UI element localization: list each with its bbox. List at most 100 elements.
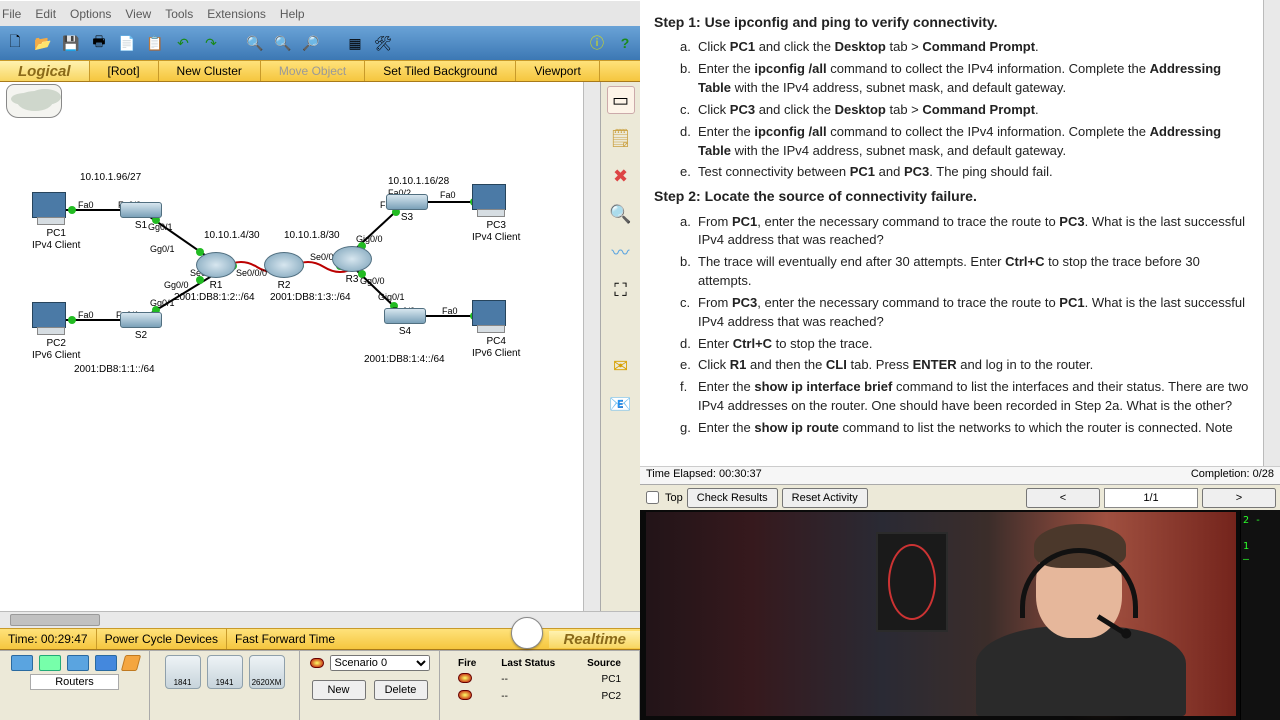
network-label: 2001:DB8:1:1::/64: [74, 364, 155, 375]
info-icon[interactable]: ⓘ: [586, 32, 608, 54]
select-tool-icon[interactable]: ▭: [607, 86, 635, 114]
node-pc4[interactable]: PC4IPv6 Client: [472, 300, 520, 359]
sim-time: Time: 00:29:47: [0, 629, 97, 649]
workspace-hscroll[interactable]: [0, 611, 640, 628]
menu-options[interactable]: Options: [70, 7, 111, 21]
menu-edit[interactable]: Edit: [35, 7, 56, 21]
topology-canvas[interactable]: 10.10.1.96/27 10.10.1.16/28 10.10.1.4/30…: [0, 82, 583, 611]
zoom-in-icon[interactable]: 🔍: [244, 32, 266, 54]
save-file-icon[interactable]: 💾: [60, 32, 82, 54]
custom-device-icon[interactable]: 🛠: [372, 32, 394, 54]
node-pc3[interactable]: PC3IPv4 Client: [472, 184, 520, 243]
if-label: Gg0/1: [150, 298, 175, 308]
new-cluster-button[interactable]: New Cluster: [159, 61, 261, 81]
zoom-reset-icon[interactable]: 🔍: [272, 32, 294, 54]
time-elapsed: Time Elapsed: 00:30:37: [646, 468, 762, 483]
network-label: 2001:DB8:1:3::/64: [270, 292, 351, 303]
check-results-button[interactable]: Check Results: [687, 488, 778, 508]
resize-tool-icon[interactable]: ⛶: [607, 276, 635, 304]
fast-forward-button[interactable]: Fast Forward Time: [227, 629, 505, 649]
new-file-icon[interactable]: 🗋: [4, 32, 26, 54]
draw-tool-icon[interactable]: 〰: [607, 238, 635, 266]
set-background-button[interactable]: Set Tiled Background: [365, 61, 516, 81]
print-icon[interactable]: 🖶: [88, 32, 110, 54]
realtime-tab[interactable]: Realtime: [549, 631, 640, 648]
simple-pdu-icon[interactable]: ✉: [607, 352, 635, 380]
complex-pdu-icon[interactable]: 📧: [607, 390, 635, 418]
prev-page-button[interactable]: <: [1026, 488, 1100, 508]
col-source: Source: [573, 657, 631, 670]
activity-status: Time Elapsed: 00:30:37 Completion: 0/28: [640, 466, 1280, 484]
instruction-item: e.Click R1 and then the CLI tab. Press E…: [680, 356, 1249, 375]
top-checkbox[interactable]: [646, 491, 659, 504]
delete-tool-icon[interactable]: ✖: [607, 162, 635, 190]
if-label: Se0/0/0: [236, 268, 267, 278]
if-label: Gg0/1: [150, 244, 175, 254]
scenario-led-icon: [310, 658, 324, 668]
inspect-tool-icon[interactable]: 🔍: [607, 200, 635, 228]
pdu-row[interactable]: --PC2: [448, 689, 631, 704]
menu-view[interactable]: View: [125, 7, 151, 21]
webcam-overlay: 2 -1—: [640, 510, 1280, 720]
node-s1[interactable]: S1: [120, 202, 162, 232]
palette-icon[interactable]: ▦: [344, 32, 366, 54]
menu-file[interactable]: File: [2, 7, 21, 21]
move-object-button[interactable]: Move Object: [261, 61, 365, 81]
instruction-item: f.Enter the show ip interface brief comm…: [680, 378, 1249, 416]
viewport-button[interactable]: Viewport: [516, 61, 599, 81]
navigation-cloud-icon[interactable]: [6, 84, 62, 118]
menu-extensions[interactable]: Extensions: [207, 7, 266, 21]
device-2620xm[interactable]: 2620XM: [249, 655, 285, 689]
category-icons[interactable]: [11, 655, 139, 671]
node-s3[interactable]: S3: [386, 194, 428, 224]
help-icon[interactable]: ?: [614, 32, 636, 54]
scenario-delete-button[interactable]: Delete: [374, 680, 428, 700]
if-label: Gig0/0: [356, 234, 383, 244]
step1-heading: Step 1: Use ipconfig and ping to verify …: [654, 12, 1249, 32]
copy-icon[interactable]: 📄: [116, 32, 138, 54]
next-page-button[interactable]: >: [1202, 488, 1276, 508]
open-file-icon[interactable]: 📂: [32, 32, 54, 54]
node-s2[interactable]: S2: [120, 312, 162, 342]
device-1941[interactable]: 1941: [207, 655, 243, 689]
root-button[interactable]: [Root]: [90, 61, 159, 81]
col-fire: Fire: [448, 657, 489, 670]
note-tool-icon[interactable]: 🗒: [607, 124, 635, 152]
redo-icon[interactable]: ↷: [200, 32, 222, 54]
undo-icon[interactable]: ↶: [172, 32, 194, 54]
step2-heading: Step 2: Locate the source of connectivit…: [654, 186, 1249, 206]
node-pc2[interactable]: PC2IPv6 Client: [32, 302, 80, 361]
instruction-item: b.Enter the ipconfig /all command to col…: [680, 60, 1249, 98]
if-label: Gig0/1: [378, 292, 405, 302]
instruction-item: b.The trace will eventually end after 30…: [680, 253, 1249, 291]
pdu-row[interactable]: --PC1: [448, 672, 631, 687]
node-s4[interactable]: S4: [384, 308, 426, 338]
zoom-out-icon[interactable]: 🔎: [300, 32, 322, 54]
if-label: Fa0: [440, 190, 456, 200]
network-label: 2001:DB8:1:2::/64: [174, 292, 255, 303]
network-label: 10.10.1.16/28: [388, 176, 449, 187]
instructions-vscroll[interactable]: [1263, 0, 1280, 466]
device-1841[interactable]: 1841: [165, 655, 201, 689]
realtime-bar: Time: 00:29:47 Power Cycle Devices Fast …: [0, 628, 640, 650]
node-r3[interactable]: R3: [332, 246, 372, 286]
node-r1[interactable]: R1: [196, 252, 236, 292]
page-indicator: 1/1: [1104, 488, 1198, 508]
clock-icon[interactable]: [511, 617, 543, 649]
presenter: [976, 516, 1186, 716]
logical-tab[interactable]: Logical: [0, 61, 90, 81]
main-toolbar: 🗋 📂 💾 🖶 📄 📋 ↶ ↷ 🔍 🔍 🔎 ▦ 🛠 ⓘ ?: [0, 26, 640, 60]
power-cycle-button[interactable]: Power Cycle Devices: [97, 629, 227, 649]
workspace-vscroll[interactable]: [583, 82, 600, 611]
scenario-new-button[interactable]: New: [312, 680, 366, 700]
node-r2[interactable]: R2: [264, 252, 304, 292]
menu-tools[interactable]: Tools: [165, 7, 193, 21]
node-pc1[interactable]: PC1IPv4 Client: [32, 192, 80, 251]
scenario-select[interactable]: Scenario 0: [330, 655, 430, 671]
menu-help[interactable]: Help: [280, 7, 305, 21]
reset-activity-button[interactable]: Reset Activity: [782, 488, 868, 508]
pdu-list[interactable]: FireLast StatusSource --PC1 --PC2: [446, 655, 633, 706]
if-label: Fa0: [442, 306, 458, 316]
paste-icon[interactable]: 📋: [144, 32, 166, 54]
network-label: 10.10.1.8/30: [284, 230, 340, 241]
